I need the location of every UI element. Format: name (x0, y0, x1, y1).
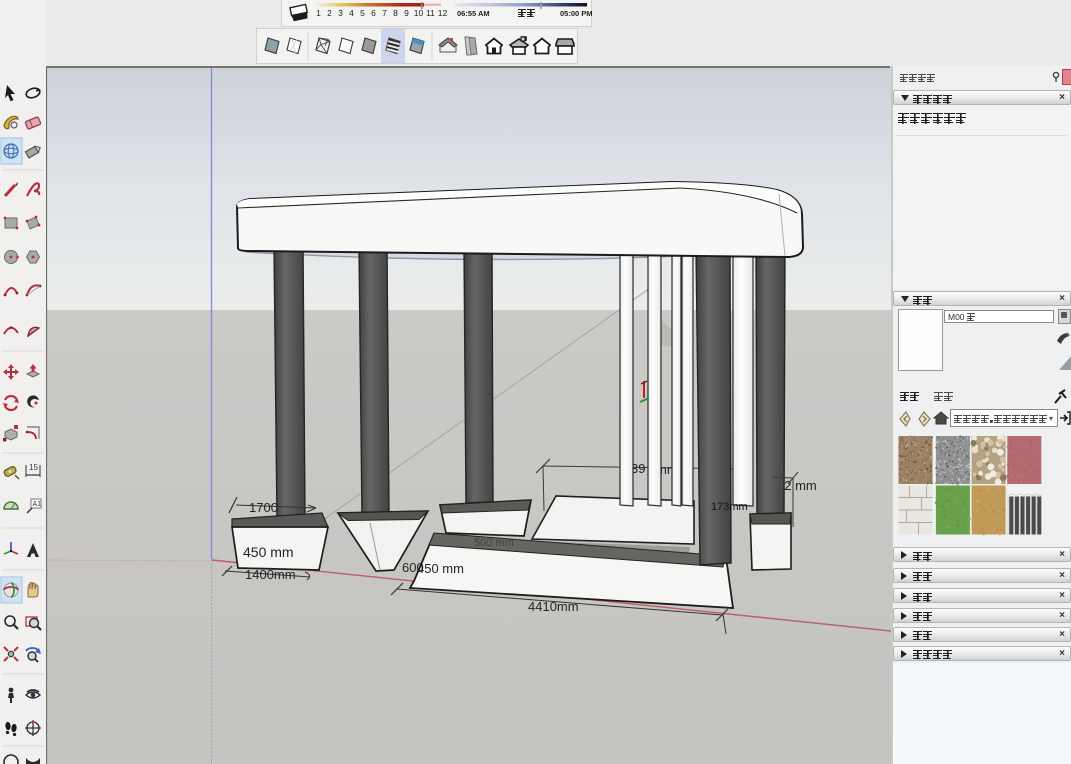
svg-text:173mm: 173mm (711, 501, 748, 513)
svg-text:1700: 1700 (249, 500, 278, 515)
svg-text:450 mm: 450 mm (243, 544, 294, 560)
svg-text:500 mm: 500 mm (474, 537, 514, 549)
svg-text:1400mm: 1400mm (245, 567, 296, 582)
svg-text:15: 15 (29, 463, 38, 472)
svg-text:A1: A1 (33, 501, 42, 508)
svg-text:450 mm: 450 mm (417, 561, 464, 576)
svg-text:4410mm: 4410mm (528, 599, 579, 614)
